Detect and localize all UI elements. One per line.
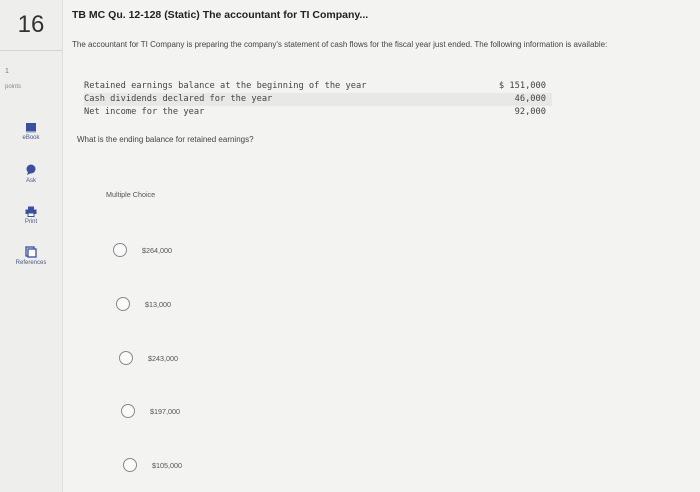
question-number: 16 xyxy=(0,0,62,51)
data-table-values: $ 151,000 46,000 92,000 xyxy=(462,80,552,119)
references-label: References xyxy=(15,260,47,266)
choice-label: $264,000 xyxy=(142,245,172,255)
references-button[interactable]: References xyxy=(0,246,62,266)
choice-label: $13,000 xyxy=(145,299,171,309)
choice-option[interactable]: $13,000 xyxy=(116,297,171,311)
points-value: 1 xyxy=(5,68,9,75)
choice-option[interactable]: $197,000 xyxy=(121,404,180,418)
table-row-label: Cash dividends declared for the year xyxy=(84,94,273,104)
choice-label: $243,000 xyxy=(148,353,178,363)
ask-button[interactable]: Ask xyxy=(0,164,62,184)
print-icon xyxy=(0,206,62,217)
choice-label: $105,000 xyxy=(152,460,182,470)
chat-icon xyxy=(0,164,62,176)
sidebar: 16 1 points eBook Ask Print References xyxy=(0,0,63,492)
question-intro: The accountant for TI Company is prepari… xyxy=(72,40,608,49)
choice-option[interactable]: $243,000 xyxy=(119,351,178,365)
points-label: points xyxy=(5,84,22,90)
radio-button[interactable] xyxy=(116,297,130,311)
ebook-label: eBook xyxy=(22,135,40,141)
print-button[interactable]: Print xyxy=(0,206,62,225)
table-row-value: 92,000 xyxy=(514,107,546,117)
radio-button[interactable] xyxy=(123,458,137,472)
choice-label: $197,000 xyxy=(150,406,180,416)
ebook-button[interactable]: eBook xyxy=(0,122,62,141)
ask-label: Ask xyxy=(25,178,36,184)
references-icon xyxy=(0,246,62,258)
multiple-choice-label: Multiple Choice xyxy=(106,190,156,199)
radio-button[interactable] xyxy=(121,404,135,418)
radio-button[interactable] xyxy=(119,351,133,365)
table-row-value: $ 151,000 xyxy=(498,81,546,91)
question-prompt: What is the ending balance for retained … xyxy=(77,135,254,144)
choice-option[interactable]: $264,000 xyxy=(113,243,172,257)
table-row-label: Net income for the year xyxy=(84,107,205,117)
table-row-value: 46,000 xyxy=(462,93,552,106)
question-title: TB MC Qu. 12-128 (Static) The accountant… xyxy=(72,9,369,21)
print-label: Print xyxy=(24,219,38,225)
choice-option[interactable]: $105,000 xyxy=(123,458,182,472)
radio-button[interactable] xyxy=(113,243,127,257)
ebook-icon xyxy=(0,122,62,133)
table-row-label: Retained earnings balance at the beginni… xyxy=(84,81,367,91)
